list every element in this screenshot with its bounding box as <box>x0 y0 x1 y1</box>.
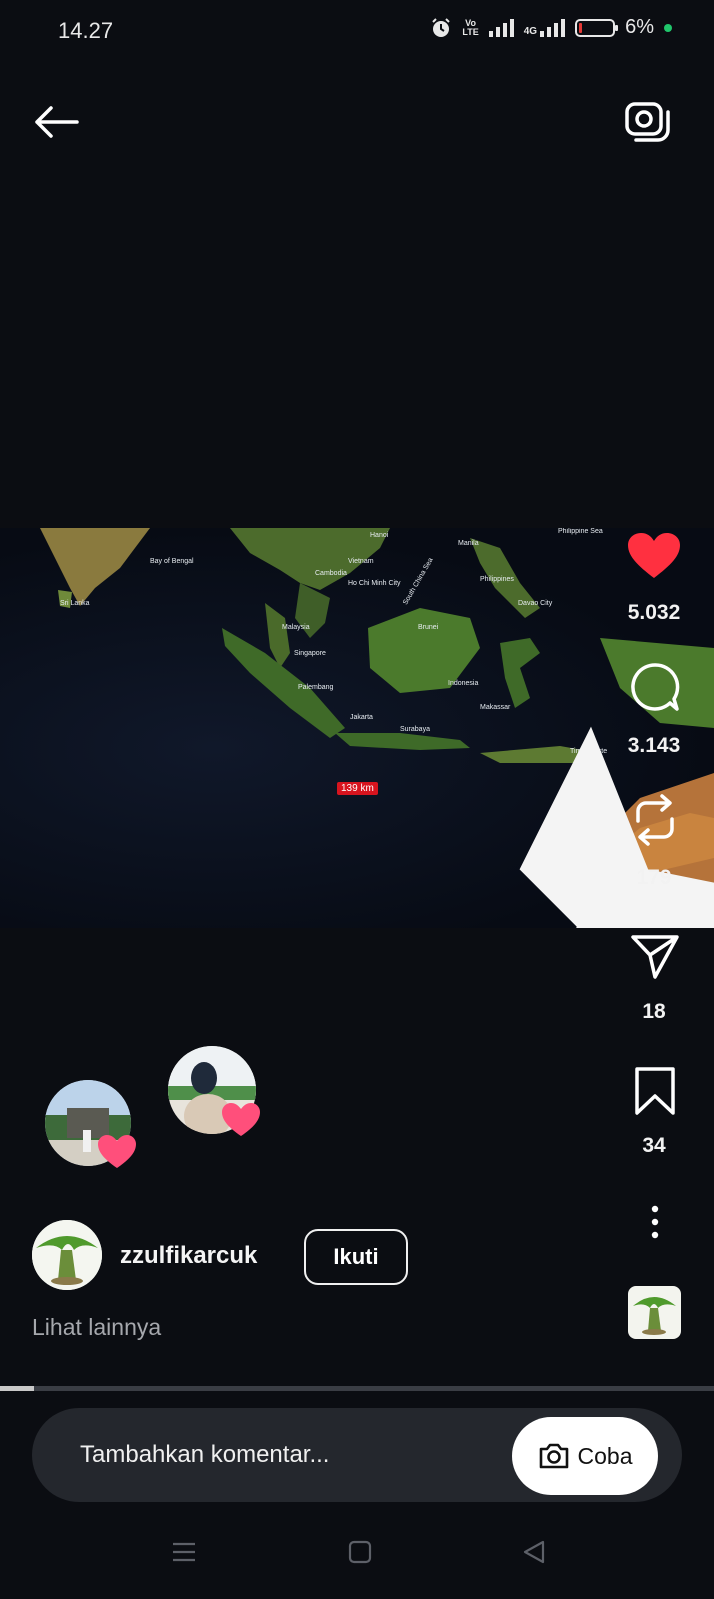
recent-apps-icon[interactable] <box>170 1538 198 1566</box>
author-username[interactable]: zzulfikarcuk <box>120 1242 257 1270</box>
privacy-indicator-dot <box>664 23 672 32</box>
map-label: Malaysia <box>282 624 310 631</box>
video-progress-bar[interactable] <box>0 1386 714 1391</box>
see-more-link[interactable]: Lihat lainnya <box>32 1314 161 1341</box>
video-progress-fill <box>0 1386 34 1391</box>
battery-icon <box>575 18 619 37</box>
camera-icon <box>539 1443 568 1469</box>
map-label: Hanoi <box>370 532 389 539</box>
signal-icon <box>488 18 514 37</box>
status-icons: Vo LTE 4G 6% <box>430 16 672 39</box>
send-icon <box>631 935 679 979</box>
distance-badge: 139 km <box>337 782 378 795</box>
map-label: Philippines <box>480 576 514 583</box>
map-label: Vietnam <box>348 558 374 565</box>
alarm-icon <box>432 17 451 37</box>
status-time: 14.27 <box>58 18 114 43</box>
home-icon[interactable] <box>346 1538 374 1566</box>
comment-count: 3.143 <box>627 734 681 757</box>
repost-count: 179 <box>636 866 672 889</box>
volte-icon: Vo LTE <box>462 17 479 37</box>
repost-button[interactable] <box>628 792 682 848</box>
tree-thumbnail-image <box>633 1297 676 1335</box>
repost-icon <box>636 794 674 846</box>
comment-input-bar[interactable]: Tambahkan komentar... Coba <box>32 1408 682 1502</box>
map-label: Palembang <box>298 684 334 691</box>
post-video-map[interactable]: Sri Lanka Bay of Bengal Vietnam Cambodia… <box>0 528 714 928</box>
map-label: Manila <box>458 540 479 547</box>
share-count: 18 <box>642 1000 666 1023</box>
map-label: Sri Lanka <box>60 600 90 607</box>
comment-input-placeholder[interactable]: Tambahkan komentar... <box>80 1441 329 1469</box>
author-avatar[interactable] <box>32 1220 102 1290</box>
share-button[interactable] <box>628 930 682 982</box>
more-options-button[interactable] <box>640 1200 670 1244</box>
back-button[interactable] <box>30 100 82 144</box>
map-label: Davao City <box>518 600 553 607</box>
map-label: Cambodia <box>315 570 347 577</box>
network-icon: 4G <box>524 18 566 37</box>
map-label: Ho Chi Minh City <box>348 580 401 587</box>
back-arrow-icon <box>35 106 79 138</box>
liked-heart-badge-icon <box>222 1103 260 1136</box>
more-vertical-icon <box>651 1205 659 1239</box>
heart-icon <box>628 533 680 578</box>
back-nav-icon[interactable] <box>520 1538 548 1566</box>
camera-button[interactable] <box>622 96 674 146</box>
battery-percent: 6% <box>625 16 654 38</box>
try-label: Coba <box>577 1442 633 1469</box>
comment-icon <box>631 663 680 711</box>
map-label: Singapore <box>294 650 326 657</box>
liked-heart-badge-icon <box>98 1135 136 1168</box>
map-label: Brunei <box>418 624 439 631</box>
audio-thumbnail[interactable] <box>628 1286 681 1339</box>
try-camera-button[interactable]: Coba <box>512 1417 658 1495</box>
map-label: Philippine Sea <box>558 528 603 535</box>
camera-icon <box>625 102 670 142</box>
follow-button[interactable]: Ikuti <box>304 1229 408 1285</box>
bookmark-icon <box>635 1067 675 1115</box>
map-label: Indonesia <box>448 680 479 687</box>
save-count: 34 <box>642 1134 666 1157</box>
tree-avatar-image <box>32 1220 102 1290</box>
like-count: 5.032 <box>627 601 681 624</box>
save-button[interactable] <box>628 1064 682 1118</box>
like-button[interactable] <box>624 528 684 584</box>
comment-button[interactable] <box>628 660 682 714</box>
map-label: Bay of Bengal <box>150 558 194 565</box>
